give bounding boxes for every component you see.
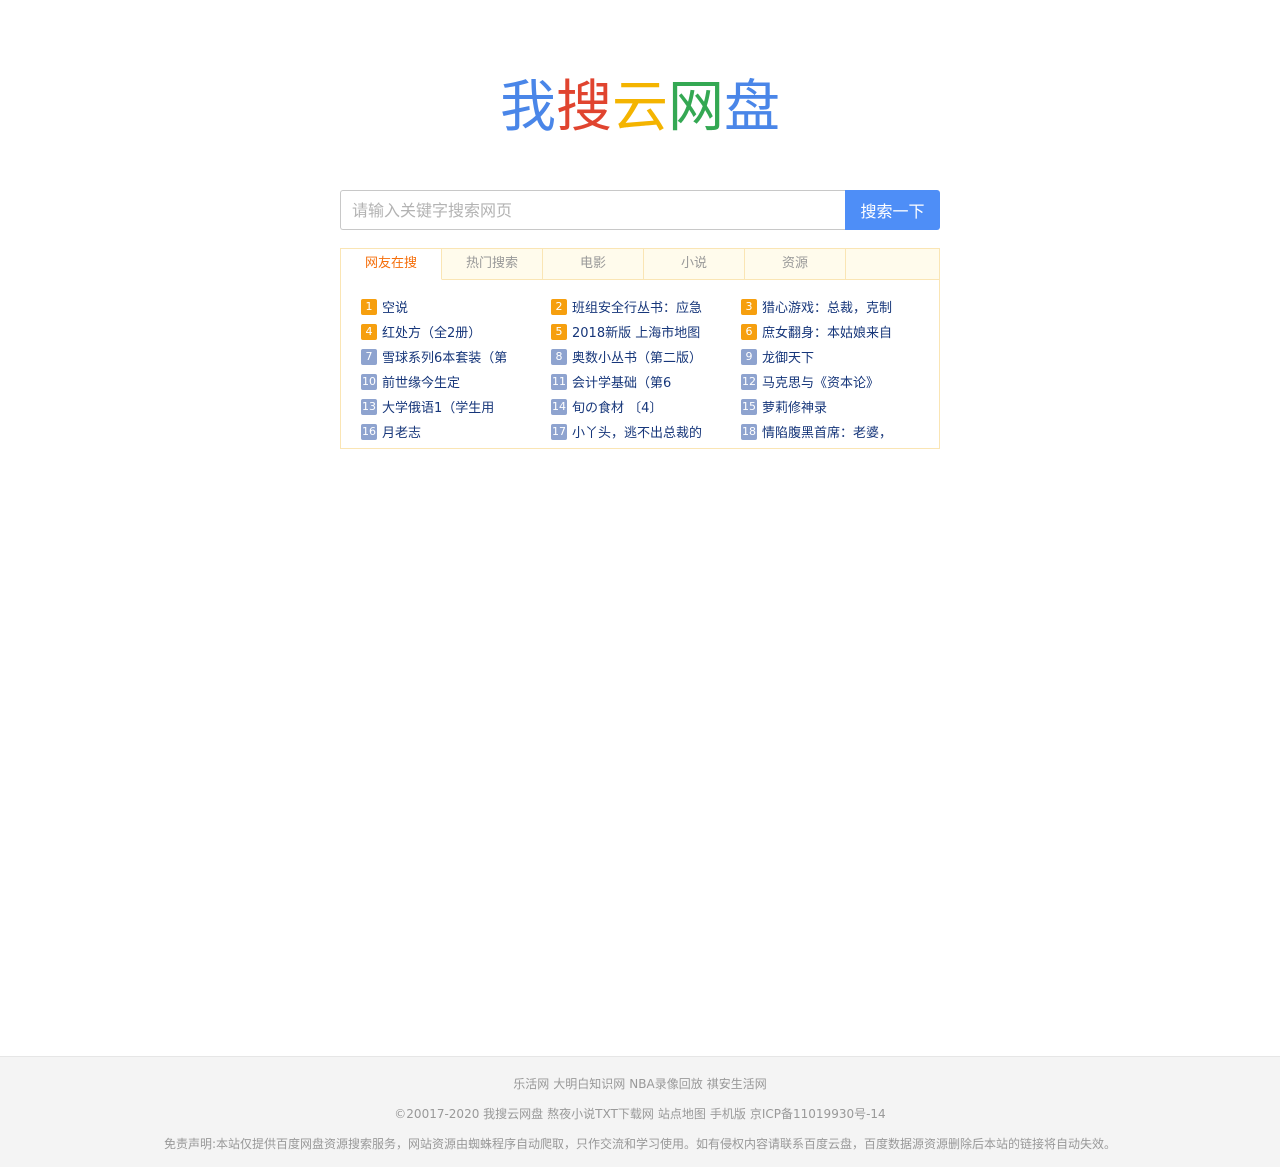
hot-search-item[interactable]: 9 龙御天下 (741, 344, 931, 369)
hot-search-item[interactable]: 12 马克思与《资本论》 (741, 369, 931, 394)
hot-search-link[interactable]: 猎心游戏：总裁，克制 (762, 297, 892, 316)
hot-row: 7 雪球系列6本套装（第 8 奥数小丛书（第二版） 9 龙御天下 (361, 344, 931, 369)
footer-copyright: ©20017-2020 我搜云网盘 熬夜小说TXT下载网 站点地图 手机版 京ICP备1… (0, 1105, 1280, 1122)
hot-search-link[interactable]: 奥数小丛书（第二版） (572, 347, 702, 366)
footer: 乐活网 大明白知识网 NBA录像回放 祺安生活网 ©20017-2020 我搜云网盘熬… (0, 1056, 1280, 1167)
footer-copyright-item[interactable]: 手机版 (710, 1107, 746, 1121)
hot-search-panel: 网友在搜 热门搜索 电影 小说 资源 1 空说 2 班组安全行丛书：应急 3 猎心游戏：总裁，克制… (340, 248, 940, 449)
hot-search-link[interactable]: 大学俄语1（学生用 (382, 397, 494, 416)
hot-search-item[interactable]: 2 班组安全行丛书：应急 (551, 294, 741, 319)
rank-badge: 9 (741, 348, 757, 365)
logo-char: 搜 (556, 75, 612, 140)
search-bar: 搜索一下 (340, 190, 940, 230)
hot-search-link[interactable]: 庶女翻身：本姑娘来自 (762, 322, 892, 341)
hot-search-item[interactable]: 17 小丫头，逃不出总裁的 (551, 419, 741, 444)
hot-search-link[interactable]: 月老志 (382, 422, 421, 441)
hot-row: 10 前世缘今生定 11 会计学基础（第6 12 马克思与《资本论》 (361, 369, 931, 394)
footer-friend-link[interactable]: 祺安生活网 (707, 1077, 767, 1091)
hot-search-link[interactable]: 红处方（全2册） (382, 322, 481, 341)
rank-badge: 6 (741, 323, 757, 340)
hot-search-link[interactable]: 小丫头，逃不出总裁的 (572, 422, 702, 441)
footer-copyright-item[interactable]: 京ICP备11019930号-14 (750, 1107, 886, 1121)
hot-search-link[interactable]: 萝莉修神录 (762, 397, 827, 416)
hot-row: 13 大学俄语1（学生用 14 旬の食材 〔4〕 15 萝莉修神录 (361, 394, 931, 419)
hot-search-list: 1 空说 2 班组安全行丛书：应急 3 猎心游戏：总裁，克制 4 红处方（全2册） 5 2018新… (361, 294, 931, 444)
rank-badge: 17 (551, 423, 567, 440)
site-logo[interactable]: 我搜云网盘 (0, 72, 1280, 144)
hot-search-item[interactable]: 6 庶女翻身：本姑娘来自 (741, 319, 931, 344)
hot-search-link[interactable]: 前世缘今生定 (382, 372, 460, 391)
rank-badge: 12 (741, 373, 757, 390)
rank-badge: 2 (551, 298, 567, 315)
footer-friend-link[interactable]: 乐活网 (513, 1077, 549, 1091)
footer-copyright-item[interactable]: 站点地图 (658, 1107, 706, 1121)
rank-badge: 3 (741, 298, 757, 315)
footer-friend-link[interactable]: 大明白知识网 (553, 1077, 625, 1091)
logo-char: 云 (612, 75, 668, 140)
hot-row: 1 空说 2 班组安全行丛书：应急 3 猎心游戏：总裁，克制 (361, 294, 931, 319)
hot-search-item[interactable]: 5 2018新版 上海市地图 (551, 319, 741, 344)
hot-search-link[interactable]: 班组安全行丛书：应急 (572, 297, 702, 316)
hot-search-item[interactable]: 7 雪球系列6本套装（第 (361, 344, 551, 369)
hot-search-link[interactable]: 龙御天下 (762, 347, 814, 366)
rank-badge: 15 (741, 398, 757, 415)
rank-badge: 16 (361, 423, 377, 440)
rank-badge: 4 (361, 323, 377, 340)
search-button[interactable]: 搜索一下 (845, 190, 940, 230)
hot-search-link[interactable]: 2018新版 上海市地图 (572, 322, 700, 341)
hot-search-item[interactable]: 14 旬の食材 〔4〕 (551, 394, 741, 419)
category-tabs: 网友在搜 热门搜索 电影 小说 资源 (341, 249, 939, 280)
footer-copyright-item[interactable]: 熬夜小说TXT下载网 (547, 1107, 654, 1121)
rank-badge: 11 (551, 373, 567, 390)
rank-badge: 14 (551, 398, 567, 415)
hot-search-item[interactable]: 4 红处方（全2册） (361, 319, 551, 344)
tab-2[interactable]: 热门搜索 (442, 249, 543, 279)
hot-search-item[interactable]: 13 大学俄语1（学生用 (361, 394, 551, 419)
footer-copyright-item: ©20017-2020 我搜云网盘 (394, 1107, 544, 1121)
hot-search-item[interactable]: 18 情陷腹黑首席：老婆， (741, 419, 931, 444)
rank-badge: 18 (741, 423, 757, 440)
hot-search-link[interactable]: 空说 (382, 297, 408, 316)
hot-search-item[interactable]: 16 月老志 (361, 419, 551, 444)
rank-badge: 1 (361, 298, 377, 315)
tab-3[interactable]: 电影 (543, 249, 644, 279)
rank-badge: 10 (361, 373, 377, 390)
rank-badge: 7 (361, 348, 377, 365)
rank-badge: 13 (361, 398, 377, 415)
hot-search-item[interactable]: 11 会计学基础（第6 (551, 369, 741, 394)
hot-search-item[interactable]: 8 奥数小丛书（第二版） (551, 344, 741, 369)
hot-row: 16 月老志 17 小丫头，逃不出总裁的 18 情陷腹黑首席：老婆， (361, 419, 931, 444)
logo-char: 我 (500, 75, 556, 140)
hot-search-link[interactable]: 旬の食材 〔4〕 (572, 397, 662, 416)
tab-4[interactable]: 小说 (644, 249, 745, 279)
search-input[interactable] (340, 190, 845, 230)
hot-search-link[interactable]: 马克思与《资本论》 (762, 372, 879, 391)
hot-search-link[interactable]: 情陷腹黑首席：老婆， (762, 422, 892, 441)
hot-search-item[interactable]: 10 前世缘今生定 (361, 369, 551, 394)
logo-char: 网 (668, 75, 724, 140)
rank-badge: 8 (551, 348, 567, 365)
hot-search-item[interactable]: 3 猎心游戏：总裁，克制 (741, 294, 931, 319)
tab-1[interactable]: 网友在搜 (341, 249, 442, 280)
footer-friend-link[interactable]: NBA录像回放 (629, 1077, 702, 1091)
hot-search-link[interactable]: 雪球系列6本套装（第 (382, 347, 507, 366)
logo-char: 盘 (724, 75, 780, 140)
hot-search-link[interactable]: 会计学基础（第6 (572, 372, 671, 391)
hot-search-item[interactable]: 1 空说 (361, 294, 551, 319)
hot-search-item[interactable]: 15 萝莉修神录 (741, 394, 931, 419)
footer-disclaimer: 免责声明:本站仅提供百度网盘资源搜索服务，网站资源由蜘蛛程序自动爬取，只作交流和… (163, 1137, 1117, 1151)
footer-links: 乐活网 大明白知识网 NBA录像回放 祺安生活网 (0, 1075, 1280, 1092)
rank-badge: 5 (551, 323, 567, 340)
tab-5[interactable]: 资源 (745, 249, 846, 279)
hot-row: 4 红处方（全2册） 5 2018新版 上海市地图 6 庶女翻身：本姑娘来自 (361, 319, 931, 344)
